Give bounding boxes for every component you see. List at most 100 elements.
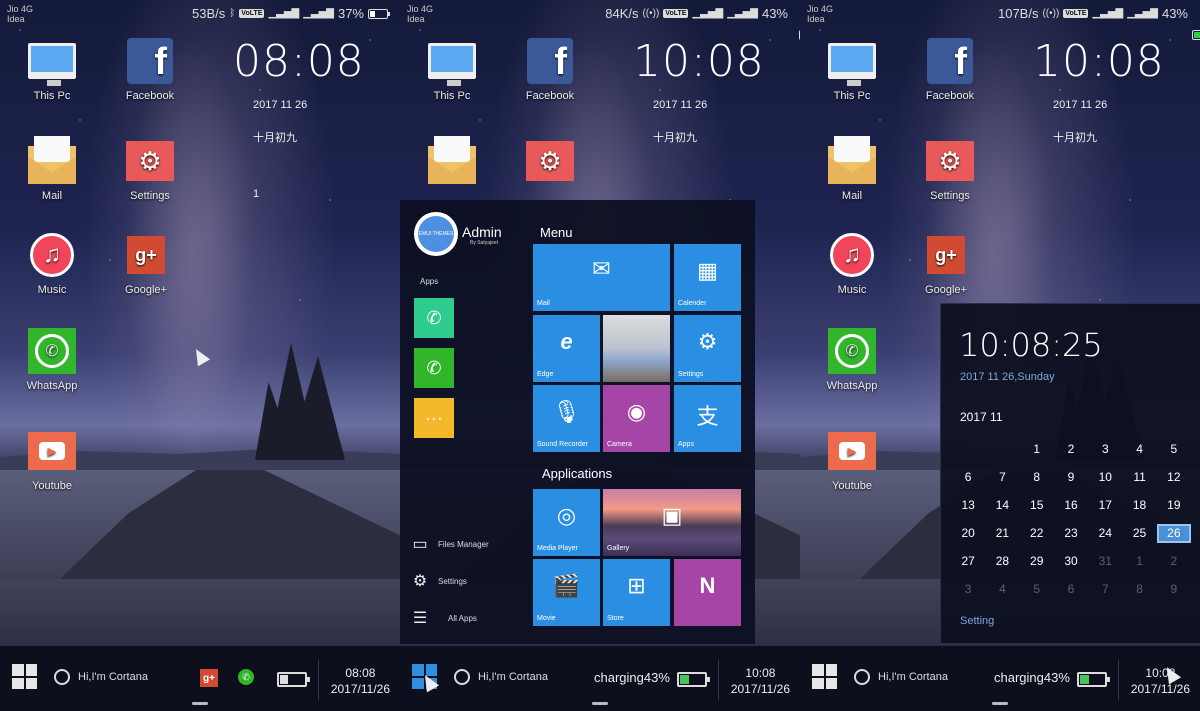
start-button[interactable] bbox=[12, 664, 37, 689]
desktop-icon-this-pc[interactable]: This Pc bbox=[12, 38, 92, 102]
link-files-manager[interactable]: ▭ Files Manager bbox=[410, 534, 488, 554]
calendar-day[interactable]: 28 bbox=[985, 552, 1019, 571]
calendar-day[interactable]: 22 bbox=[1020, 524, 1054, 543]
calendar-grid: 1 2 3 4 5 6 7 8 9 10 11 12 13 14 15 16 17 18 19 20 21 22 23 24 2… bbox=[951, 440, 1191, 599]
desktop-icon-settings[interactable]: ⚙ Settings bbox=[910, 138, 990, 202]
calendar-setting-link[interactable]: Setting bbox=[960, 615, 994, 627]
tile-sound-recorder[interactable]: 🎙 Sound Recorder bbox=[533, 385, 600, 452]
tile-media-player[interactable]: ◎ Media Player bbox=[533, 489, 600, 556]
desktop-icon-music[interactable]: ♫ Music bbox=[12, 232, 92, 296]
calendar-full-date[interactable]: 2017 11 26,Sunday bbox=[960, 371, 1055, 383]
desktop-icon-mail[interactable]: Mail bbox=[812, 136, 892, 202]
desktop-icon-youtube[interactable]: ▶ Youtube bbox=[812, 428, 892, 492]
tile-store[interactable]: ⊞ Store bbox=[603, 559, 670, 626]
calendar-day[interactable]: 27 bbox=[951, 552, 985, 571]
desktop-icon-mail[interactable] bbox=[412, 136, 492, 190]
calendar-day[interactable]: 10 bbox=[1088, 468, 1122, 487]
nav-handle[interactable] bbox=[992, 702, 1008, 705]
start-button[interactable] bbox=[812, 664, 837, 689]
calendar-day[interactable]: 3 bbox=[951, 580, 985, 599]
tile-gallery[interactable]: ▣ Gallery bbox=[603, 489, 741, 556]
taskbar-clock[interactable]: 10:08 2017/11/26 bbox=[731, 665, 790, 697]
tile-mail[interactable]: ✉ Mail bbox=[533, 244, 670, 311]
calendar-day-selected[interactable]: 26 bbox=[1156, 524, 1191, 543]
taskbar-google-plus-icon[interactable]: g+ bbox=[200, 669, 218, 687]
tile-calendar[interactable]: ▦ Calender bbox=[674, 244, 741, 311]
tile-onenote[interactable]: N bbox=[674, 559, 741, 626]
calendar-day[interactable]: 30 bbox=[1054, 552, 1088, 571]
calendar-day[interactable]: 19 bbox=[1157, 496, 1191, 515]
desktop-icon-google-plus[interactable]: g+ Google+ bbox=[106, 232, 186, 296]
desktop-icon-mail[interactable]: Mail bbox=[12, 136, 92, 202]
calendar-day[interactable]: 2 bbox=[1157, 552, 1191, 571]
calendar-day[interactable]: 6 bbox=[1054, 580, 1088, 599]
taskbar: Hi,I'm Cortana charging43% 10:08 2017/11/… bbox=[400, 645, 800, 711]
calendar-day[interactable]: 25 bbox=[1122, 524, 1156, 543]
calendar-day[interactable]: 29 bbox=[1020, 552, 1054, 571]
tile-apps[interactable]: 支 Apps bbox=[674, 385, 741, 452]
tile-photo-bird[interactable] bbox=[603, 315, 670, 382]
calendar-day[interactable]: 14 bbox=[985, 496, 1019, 515]
calendar-day[interactable]: 11 bbox=[1122, 468, 1156, 487]
calendar-day[interactable]: 9 bbox=[1054, 468, 1088, 487]
pinned-message-icon[interactable]: ··· bbox=[414, 398, 454, 438]
calendar-day[interactable]: 5 bbox=[1020, 580, 1054, 599]
nav-handle[interactable] bbox=[192, 702, 208, 705]
calendar-day[interactable]: 7 bbox=[985, 468, 1019, 487]
calendar-day[interactable]: 31 bbox=[1088, 552, 1122, 571]
calendar-day[interactable]: 24 bbox=[1088, 524, 1122, 543]
calendar-day[interactable]: 12 bbox=[1157, 468, 1191, 487]
calendar-day[interactable]: 16 bbox=[1054, 496, 1088, 515]
desktop-icon-facebook[interactable]: f Facebook bbox=[110, 38, 190, 102]
calendar-day[interactable]: 23 bbox=[1054, 524, 1088, 543]
calendar-day[interactable]: 6 bbox=[951, 468, 985, 487]
tile-edge[interactable]: e Edge bbox=[533, 315, 600, 382]
calendar-day[interactable]: 17 bbox=[1088, 496, 1122, 515]
calendar-day[interactable]: 4 bbox=[1122, 440, 1156, 459]
desktop-icon-music[interactable]: ♫ Music bbox=[812, 232, 892, 296]
desktop-icon-facebook[interactable]: f Facebook bbox=[910, 38, 990, 102]
calendar-day[interactable]: 1 bbox=[1020, 440, 1054, 459]
desktop-icon-whatsapp[interactable]: ✆ WhatsApp bbox=[12, 328, 92, 392]
link-settings[interactable]: ⚙ Settings bbox=[410, 571, 467, 591]
tile-movie[interactable]: 🎬 Movie bbox=[533, 559, 600, 626]
calendar-day[interactable]: 3 bbox=[1088, 440, 1122, 459]
calendar-day[interactable]: 8 bbox=[1020, 468, 1054, 487]
cortana-search[interactable]: Hi,I'm Cortana bbox=[854, 669, 948, 685]
cortana-search[interactable]: Hi,I'm Cortana bbox=[454, 669, 548, 685]
icon-label: Google+ bbox=[125, 284, 167, 296]
clapperboard-icon: 🎬 bbox=[552, 573, 581, 598]
calendar-day[interactable]: 7 bbox=[1088, 580, 1122, 599]
calendar-day[interactable]: 20 bbox=[951, 524, 985, 543]
user-avatar[interactable]: EMUI THEMES bbox=[414, 212, 458, 256]
youtube-icon: ▶ bbox=[828, 432, 876, 470]
desktop-icon-whatsapp[interactable]: ✆ WhatsApp bbox=[812, 328, 892, 392]
pinned-whatsapp-icon[interactable]: ✆ bbox=[414, 348, 454, 388]
calendar-day[interactable]: 2 bbox=[1054, 440, 1088, 459]
desktop-icon-youtube[interactable]: ▶ Youtube bbox=[12, 428, 92, 492]
calendar-day[interactable]: 8 bbox=[1122, 580, 1156, 599]
calendar-day[interactable]: 5 bbox=[1157, 440, 1191, 459]
calendar-day[interactable]: 18 bbox=[1122, 496, 1156, 515]
desktop-icon-google-plus[interactable]: g+ Google+ bbox=[906, 232, 986, 296]
icon-label: Music bbox=[837, 284, 867, 296]
tile-settings[interactable]: ⚙ Settings bbox=[674, 315, 741, 382]
calendar-day[interactable]: 1 bbox=[1122, 552, 1156, 571]
calendar-day[interactable]: 13 bbox=[951, 496, 985, 515]
taskbar-whatsapp-icon[interactable]: ✆ bbox=[238, 669, 254, 685]
calendar-day[interactable]: 21 bbox=[985, 524, 1019, 543]
calendar-day[interactable]: 4 bbox=[985, 580, 1019, 599]
calendar-day[interactable]: 9 bbox=[1157, 580, 1191, 599]
desktop-icon-facebook[interactable]: f Facebook bbox=[510, 38, 590, 102]
cortana-search[interactable]: Hi,I'm Cortana bbox=[54, 669, 148, 685]
taskbar-clock[interactable]: 08:08 2017/11/26 bbox=[331, 665, 390, 697]
link-all-apps[interactable]: ☰ All Apps bbox=[410, 608, 477, 628]
desktop-icon-settings[interactable]: ⚙ bbox=[510, 138, 590, 190]
pinned-phone-icon[interactable]: ✆ bbox=[414, 298, 454, 338]
desktop-icon-this-pc[interactable]: This Pc bbox=[412, 38, 492, 102]
calendar-day[interactable]: 15 bbox=[1020, 496, 1054, 515]
tile-camera[interactable]: ◉ Camera bbox=[603, 385, 670, 452]
desktop-icon-this-pc[interactable]: This Pc bbox=[812, 38, 892, 102]
desktop-icon-settings[interactable]: ⚙ Settings bbox=[110, 138, 190, 202]
nav-handle[interactable] bbox=[592, 702, 608, 705]
